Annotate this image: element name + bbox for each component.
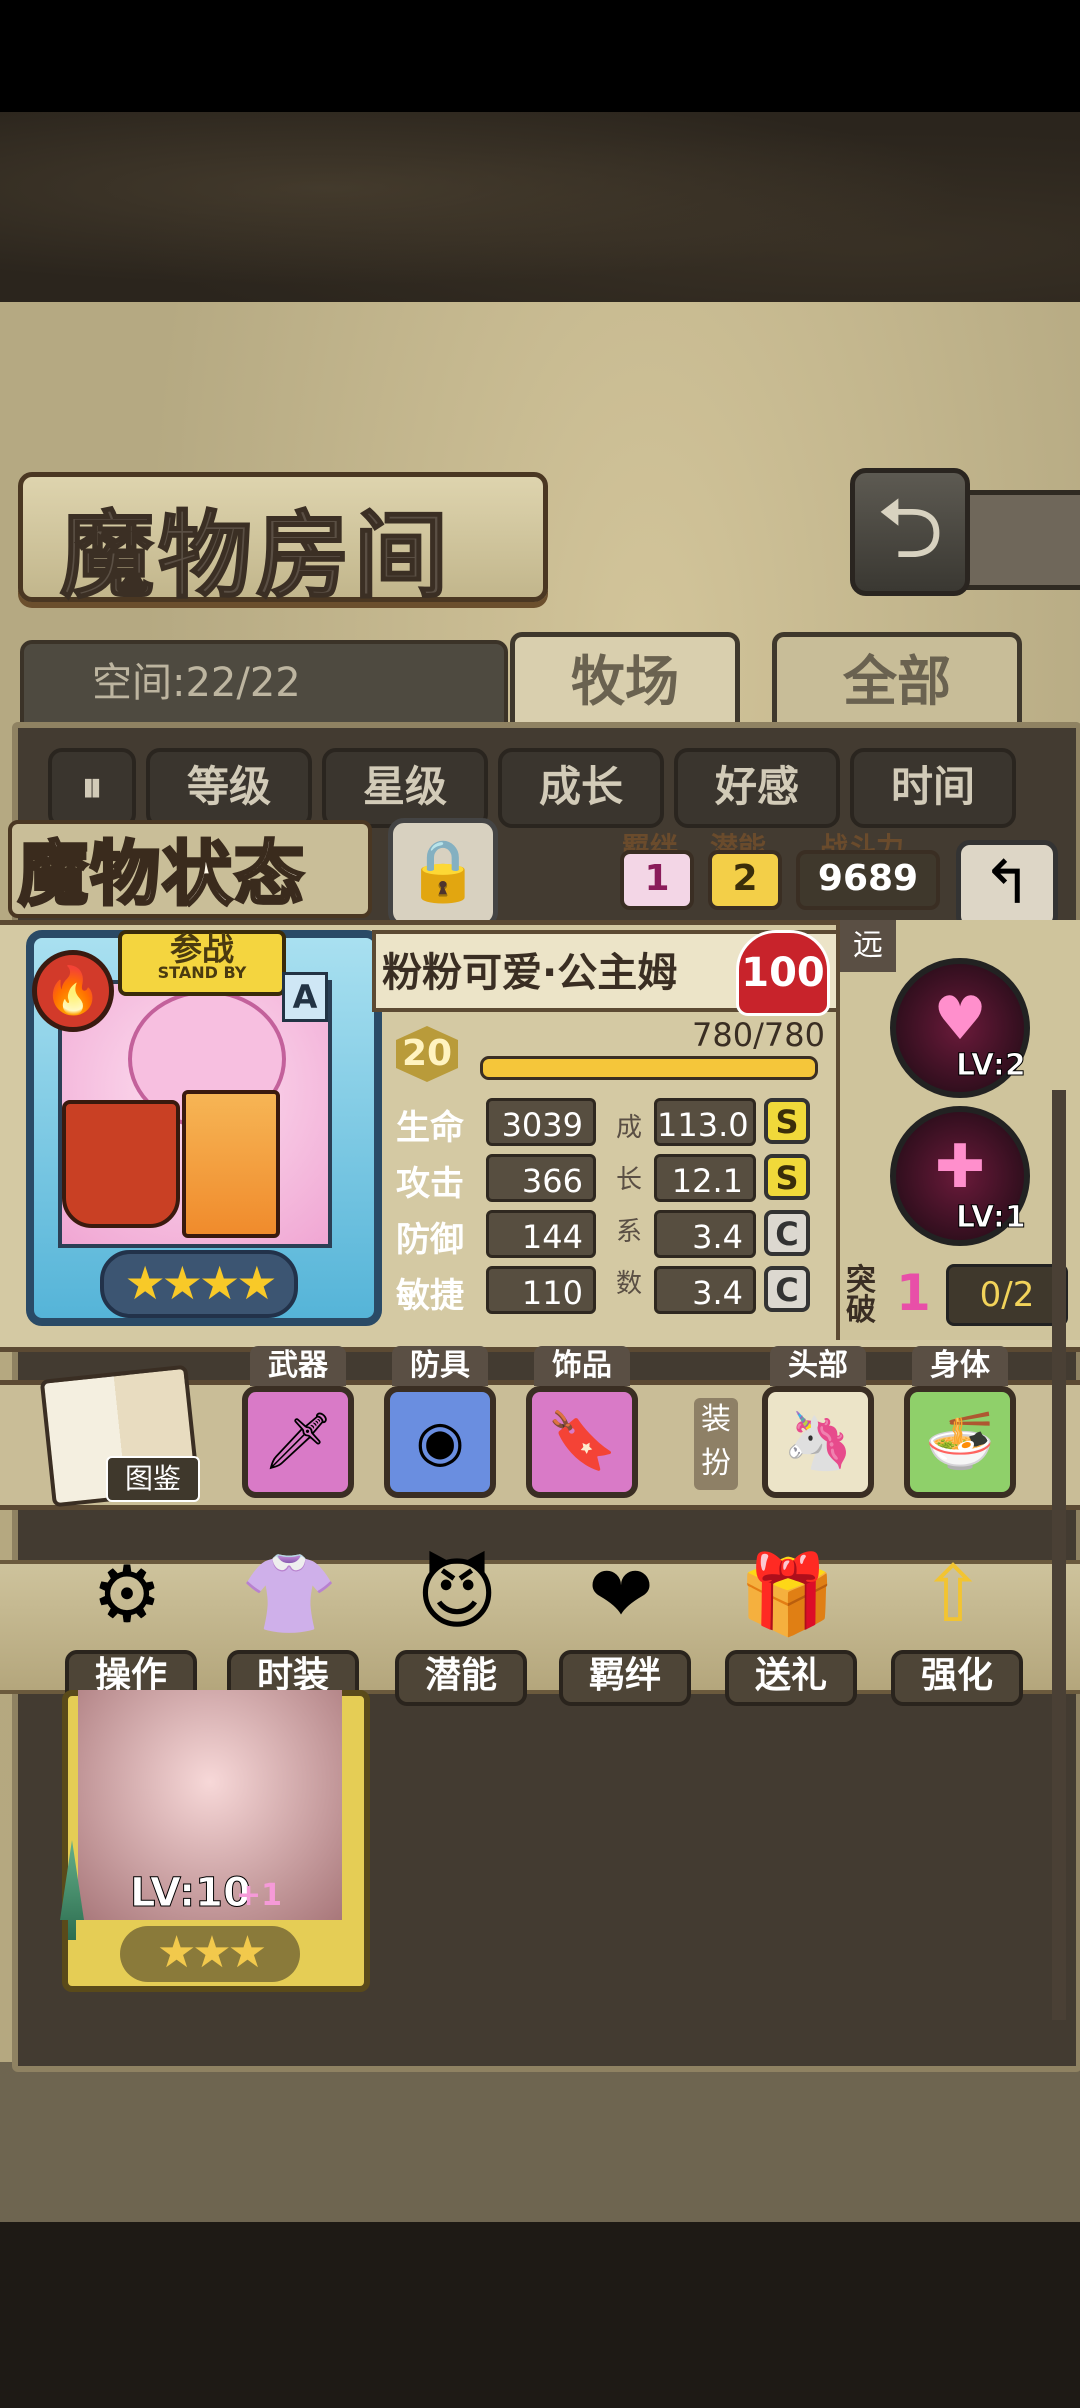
potential-label-btn: 潜能 — [395, 1650, 527, 1706]
body-label: 身体 — [912, 1346, 1008, 1386]
sort-star-button[interactable]: 星级 — [322, 748, 488, 828]
stat-value: 366 — [486, 1154, 596, 1202]
sort-affection-button[interactable]: 好感 — [674, 748, 840, 828]
back-arrow-icon: ⮌ — [876, 479, 944, 577]
sort-growth-button[interactable]: 成长 — [498, 748, 664, 828]
panel-footer — [0, 2062, 1080, 2222]
enhance-button[interactable]: ⇧ 强化 — [891, 1540, 1023, 1706]
status-title: 魔物状态 — [17, 832, 306, 917]
growth-coefficient-label: 成长系数 — [615, 1113, 642, 1299]
stat-name: 敏捷 — [396, 1276, 464, 1316]
standby-badge: 参战 STAND BY — [118, 930, 286, 996]
weapon-slot[interactable]: 🗡 — [242, 1386, 354, 1498]
stat-grade: S — [764, 1154, 810, 1200]
status-bar — [0, 0, 1080, 112]
gear-icon: ⚙ — [92, 1550, 162, 1640]
accessory-slot[interactable]: 🔖 — [526, 1386, 638, 1498]
body-slot[interactable]: 🍜 — [904, 1386, 1016, 1498]
stat-value: 3039 — [486, 1098, 596, 1146]
stat-grade: S — [764, 1098, 810, 1144]
skill-1-level: LV:2 — [956, 1048, 1027, 1084]
operate-button[interactable]: ⚙ 操作 — [65, 1540, 197, 1706]
sort-toggle-button[interactable]: ⏸ — [48, 748, 136, 828]
gift-icon: 🎁 — [738, 1550, 836, 1640]
heart-skill-icon: ♥ — [933, 984, 987, 1054]
enhance-label: 强化 — [891, 1650, 1023, 1706]
noodle-icon: 🍜 — [925, 1409, 995, 1474]
break-progress: 0/2 — [946, 1264, 1068, 1326]
lock-icon: 🔒 — [405, 836, 481, 906]
bond-label-btn: 羁绊 — [559, 1650, 691, 1706]
potential-button[interactable]: 😈 潜能 — [395, 1540, 527, 1706]
codex-button[interactable]: 图鉴 — [106, 1456, 200, 1502]
xp-text: 780/780 — [692, 1016, 825, 1054]
bottom-background — [0, 2222, 1080, 2408]
dress-up-label: 装扮 — [694, 1398, 738, 1490]
tab-all[interactable]: 全部 — [772, 632, 1022, 723]
xp-bar — [480, 1056, 818, 1080]
bond-value: 1 — [620, 850, 694, 910]
potential-value: 2 — [708, 850, 782, 910]
break-label: 突破 — [846, 1263, 876, 1328]
up-arrows-icon: ⇧ — [920, 1550, 986, 1640]
stat-growth: 12.1 — [654, 1154, 756, 1202]
fire-element-icon: 🔥 — [32, 950, 114, 1032]
stat-growth: 3.4 — [654, 1266, 756, 1314]
stat-grade: C — [764, 1266, 810, 1312]
rank-badge: A — [282, 972, 328, 1022]
outfit-icon: 👚 — [240, 1550, 338, 1640]
horn-icon: 🦄 — [783, 1409, 853, 1474]
list-monster-level: LV:10 — [130, 1870, 252, 1917]
page-title: 魔物房间 — [59, 501, 453, 612]
close-status-button[interactable]: ↰ — [956, 840, 1058, 930]
head-label: 头部 — [770, 1346, 866, 1386]
lock-button[interactable]: 🔒 — [388, 818, 498, 928]
space-count: 空间:22/22 — [92, 660, 301, 706]
skill-2-level: LV:1 — [956, 1200, 1027, 1236]
stat-grade: C — [764, 1210, 810, 1256]
back-button-tail — [960, 490, 1080, 590]
noodle-bowl — [62, 1100, 180, 1228]
head-slot[interactable]: 🦄 — [762, 1386, 874, 1498]
power-value: 9689 — [796, 850, 940, 910]
list-monster-bonus: +1 — [236, 1878, 283, 1913]
outfit-button[interactable]: 👚 时装 — [227, 1540, 359, 1706]
stat-name: 防御 — [396, 1220, 464, 1260]
accessory-label: 饰品 — [534, 1346, 630, 1386]
stat-value: 110 — [486, 1266, 596, 1314]
return-arrow-icon: ↰ — [981, 848, 1033, 918]
armor-label: 防具 — [392, 1346, 488, 1386]
demon-icon: 😈 — [416, 1550, 498, 1640]
stat-growth: 113.0 — [654, 1098, 756, 1146]
sparkle-skill-icon: ✚ — [934, 1132, 986, 1202]
sort-time-button[interactable]: 时间 — [850, 748, 1016, 828]
pendant-icon: 🔖 — [547, 1409, 617, 1474]
list-monster-stars: ★★★ — [120, 1926, 300, 1982]
tab-ranch[interactable]: 牧场 — [510, 632, 740, 723]
shield-icon: ◉ — [415, 1409, 465, 1474]
sort-level-button[interactable]: 等级 — [146, 748, 312, 828]
list-scrollbar[interactable] — [1052, 1090, 1066, 2020]
stat-name: 生命 — [396, 1108, 464, 1148]
stat-growth: 3.4 — [654, 1210, 756, 1258]
hearts-icon: ❤ — [588, 1550, 654, 1640]
stat-name: 攻击 — [396, 1164, 464, 1204]
range-tag: 远 — [840, 920, 896, 972]
monster-name: 粉粉可爱·公主姆 — [382, 950, 678, 996]
gift-button[interactable]: 🎁 送礼 — [725, 1540, 857, 1706]
bond-button[interactable]: ❤ 羁绊 — [559, 1540, 691, 1706]
gift-label: 送礼 — [725, 1650, 857, 1706]
pause-toggle-icon: ⏸ — [81, 762, 103, 811]
armor-slot[interactable]: ◉ — [384, 1386, 496, 1498]
card-stars: ★★★★ — [100, 1250, 298, 1318]
weapon-label: 武器 — [250, 1346, 346, 1386]
sword-icon: 🗡 — [262, 1409, 334, 1474]
break-value: 1 — [896, 1264, 931, 1322]
stat-value: 144 — [486, 1210, 596, 1258]
map-background — [0, 112, 1080, 302]
drink-cup — [182, 1090, 280, 1238]
back-button[interactable]: ⮌ — [850, 468, 970, 596]
affection-heart: 100 — [736, 930, 830, 1016]
